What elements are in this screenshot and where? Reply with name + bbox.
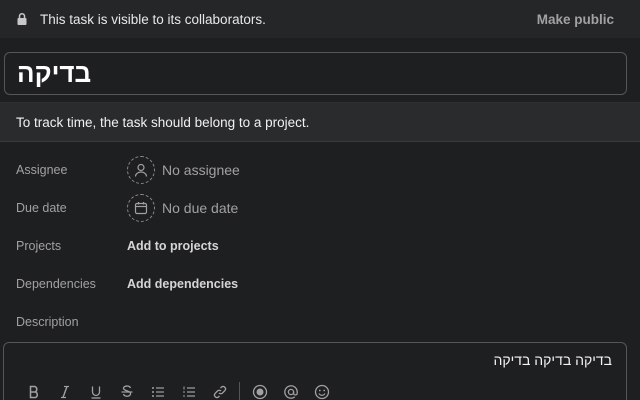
task-title[interactable]: בדיקה	[17, 58, 91, 89]
dependencies-row: Dependencies Add dependencies	[0, 269, 640, 299]
make-public-button[interactable]: Make public	[537, 12, 614, 27]
due-date-picker[interactable]: No due date	[127, 194, 238, 222]
visibility-banner: This task is visible to its collaborator…	[0, 0, 640, 38]
bold-icon[interactable]	[18, 381, 49, 400]
time-tracking-notice: To track time, the task should belong to…	[0, 102, 640, 142]
assignee-picker[interactable]: No assignee	[127, 156, 240, 184]
visibility-message: This task is visible to its collaborator…	[40, 11, 266, 27]
dependencies-label: Dependencies	[16, 277, 96, 291]
bulleted-list-icon[interactable]	[142, 381, 173, 400]
notice-text: To track time, the task should belong to…	[16, 114, 310, 130]
projects-row: Projects Add to projects	[0, 231, 640, 261]
description-editor[interactable]: בדיקה בדיקה בדיקה	[3, 342, 627, 400]
record-icon[interactable]	[244, 381, 275, 400]
link-icon[interactable]	[204, 381, 235, 400]
assignee-value[interactable]: No assignee	[162, 162, 240, 178]
description-row: Description	[0, 307, 640, 337]
description-label: Description	[16, 315, 79, 329]
lock-icon	[16, 12, 28, 26]
due-date-value[interactable]: No due date	[162, 200, 238, 216]
task-title-field[interactable]: בדיקה	[4, 52, 627, 95]
assignee-row: Assignee No assignee	[0, 155, 640, 185]
add-to-projects-button[interactable]: Add to projects	[127, 239, 219, 253]
projects-label: Projects	[16, 239, 62, 253]
assignee-label: Assignee	[16, 163, 68, 177]
add-to-projects-label[interactable]: Add to projects	[127, 239, 219, 253]
due-date-row: Due date No due date	[0, 193, 640, 223]
mention-icon[interactable]	[275, 381, 306, 400]
underline-icon[interactable]	[80, 381, 111, 400]
description-text[interactable]: בדיקה בדיקה בדיקה	[494, 352, 612, 368]
calendar-icon[interactable]	[127, 194, 155, 222]
add-dependencies-button[interactable]: Add dependencies	[127, 277, 238, 291]
formatting-toolbar	[18, 381, 337, 400]
toolbar-divider	[239, 382, 240, 400]
person-icon[interactable]	[127, 156, 155, 184]
add-dependencies-label[interactable]: Add dependencies	[127, 277, 238, 291]
numbered-list-icon[interactable]	[173, 381, 204, 400]
due-date-label: Due date	[16, 201, 67, 215]
italic-icon[interactable]	[49, 381, 80, 400]
strikethrough-icon[interactable]	[111, 381, 142, 400]
emoji-icon[interactable]	[306, 381, 337, 400]
